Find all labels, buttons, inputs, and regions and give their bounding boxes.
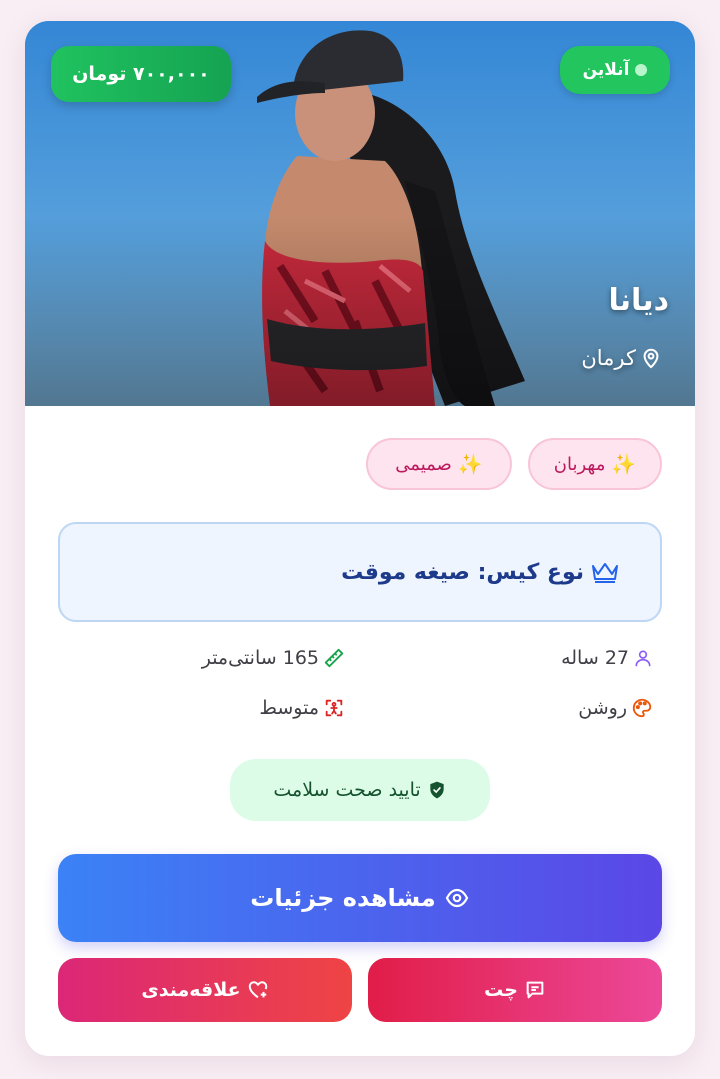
favorite-label: علاقه‌مندی	[141, 979, 241, 1001]
price-text: ۷۰۰,۰۰۰ تومان	[72, 63, 210, 85]
tag-label: مهربان	[553, 453, 606, 475]
body-icon	[323, 697, 345, 719]
online-status-badge: آنلاین	[560, 46, 670, 94]
status-dot-icon	[635, 64, 648, 76]
location-pin-icon	[640, 346, 662, 370]
profile-card: ۷۰۰,۰۰۰ تومان آنلاین دیانا کرمان ✨ مهربا…	[25, 21, 695, 1056]
hero-shade	[25, 216, 695, 406]
age-info: 27 ساله	[561, 647, 653, 669]
chat-icon	[524, 979, 546, 1001]
user-icon	[633, 647, 653, 669]
chat-button[interactable]: چت	[368, 958, 662, 1022]
ruler-icon	[323, 647, 345, 669]
profile-name: دیانا	[608, 283, 669, 318]
sparkles-icon: ✨	[457, 452, 483, 476]
shield-check-icon	[427, 779, 447, 801]
heart-plus-icon	[247, 979, 269, 1001]
tag-chip: ✨ صمیمی	[366, 438, 512, 490]
case-type-label: نوع کیس: صیغه موقت	[341, 559, 584, 585]
case-type-box: نوع کیس: صیغه موقت	[58, 522, 662, 622]
health-verified-badge: تایید صحت سلامت	[230, 759, 490, 821]
profile-location: کرمان	[581, 346, 662, 370]
profile-photo[interactable]: ۷۰۰,۰۰۰ تومان آنلاین دیانا کرمان	[25, 21, 695, 406]
online-status-text: آنلاین	[582, 60, 630, 80]
body-info: متوسط	[259, 697, 345, 719]
chat-label: چت	[484, 979, 518, 1001]
crown-icon	[590, 560, 620, 584]
health-verified-label: تایید صحت سلامت	[273, 779, 421, 801]
eye-icon	[444, 886, 470, 910]
skin-info: روشن	[578, 697, 653, 719]
price-badge: ۷۰۰,۰۰۰ تومان	[51, 46, 231, 102]
height-value: 165 سانتی‌متر	[201, 647, 319, 669]
tag-chip: ✨ مهربان	[528, 438, 662, 490]
height-info: 165 سانتی‌متر	[202, 647, 345, 669]
view-details-button[interactable]: مشاهده جزئیات	[58, 854, 662, 942]
skin-value: روشن	[578, 697, 627, 719]
sparkles-icon: ✨	[611, 452, 637, 476]
tag-label: صمیمی	[395, 453, 452, 475]
favorite-button[interactable]: علاقه‌مندی	[58, 958, 352, 1022]
age-value: 27 ساله	[561, 647, 629, 669]
palette-icon	[631, 697, 653, 719]
view-details-label: مشاهده جزئیات	[250, 884, 436, 912]
body-value: متوسط	[259, 697, 319, 719]
profile-city: کرمان	[581, 346, 636, 370]
